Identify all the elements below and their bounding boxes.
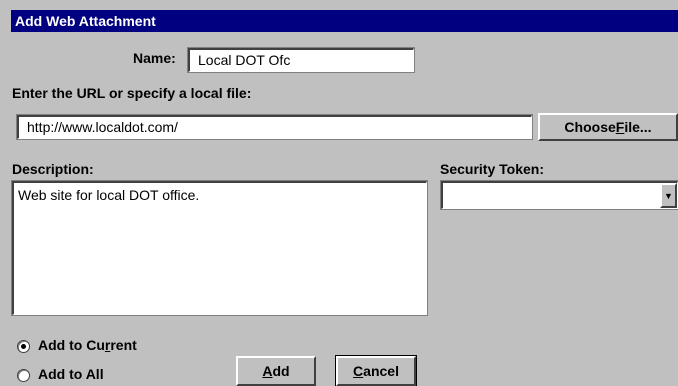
radio-selected-dot (21, 344, 26, 349)
url-label: Enter the URL or specify a local file: (12, 85, 252, 101)
add-to-current-label[interactable]: Add to Current (38, 337, 137, 353)
add-to-all-radio[interactable] (17, 369, 30, 382)
description-label: Description: (12, 161, 94, 177)
choose-file-mnemonic: F (615, 119, 625, 135)
cancel-button-mnemonic: C (353, 363, 364, 379)
name-input-value: Local DOT Ofc (198, 52, 291, 68)
add-to-all-label[interactable]: Add to All (38, 366, 104, 382)
url-input[interactable]: http://www.localdot.com/ (16, 114, 533, 140)
add-button-label: dd (272, 363, 290, 379)
add-to-current-text-pre: Add to Cu (38, 337, 105, 353)
cancel-button[interactable]: Cancel (335, 355, 417, 386)
url-input-value: http://www.localdot.com/ (27, 119, 178, 135)
dialog-title: Add Web Attachment (15, 13, 156, 29)
choose-file-label-post: ile... (624, 119, 652, 135)
add-button[interactable]: Add (236, 356, 316, 386)
name-input[interactable]: Local DOT Ofc (187, 47, 415, 73)
choose-file-button[interactable]: Choose File... (538, 113, 678, 141)
description-value: Web site for local DOT office. (18, 187, 200, 203)
add-button-mnemonic: A (262, 363, 273, 379)
chevron-down-icon[interactable]: ▼ (660, 183, 677, 208)
description-textarea[interactable]: Web site for local DOT office. (11, 180, 428, 316)
add-to-current-radio[interactable] (17, 340, 30, 353)
cancel-button-label: ancel (363, 363, 399, 379)
security-token-label: Security Token: (440, 161, 544, 177)
security-token-select[interactable]: ▼ (440, 180, 678, 210)
add-to-current-text-post: rent (110, 337, 137, 353)
dialog-title-bar: Add Web Attachment (11, 10, 678, 32)
name-label: Name: (133, 50, 176, 66)
choose-file-label-pre: Choose (564, 119, 616, 135)
